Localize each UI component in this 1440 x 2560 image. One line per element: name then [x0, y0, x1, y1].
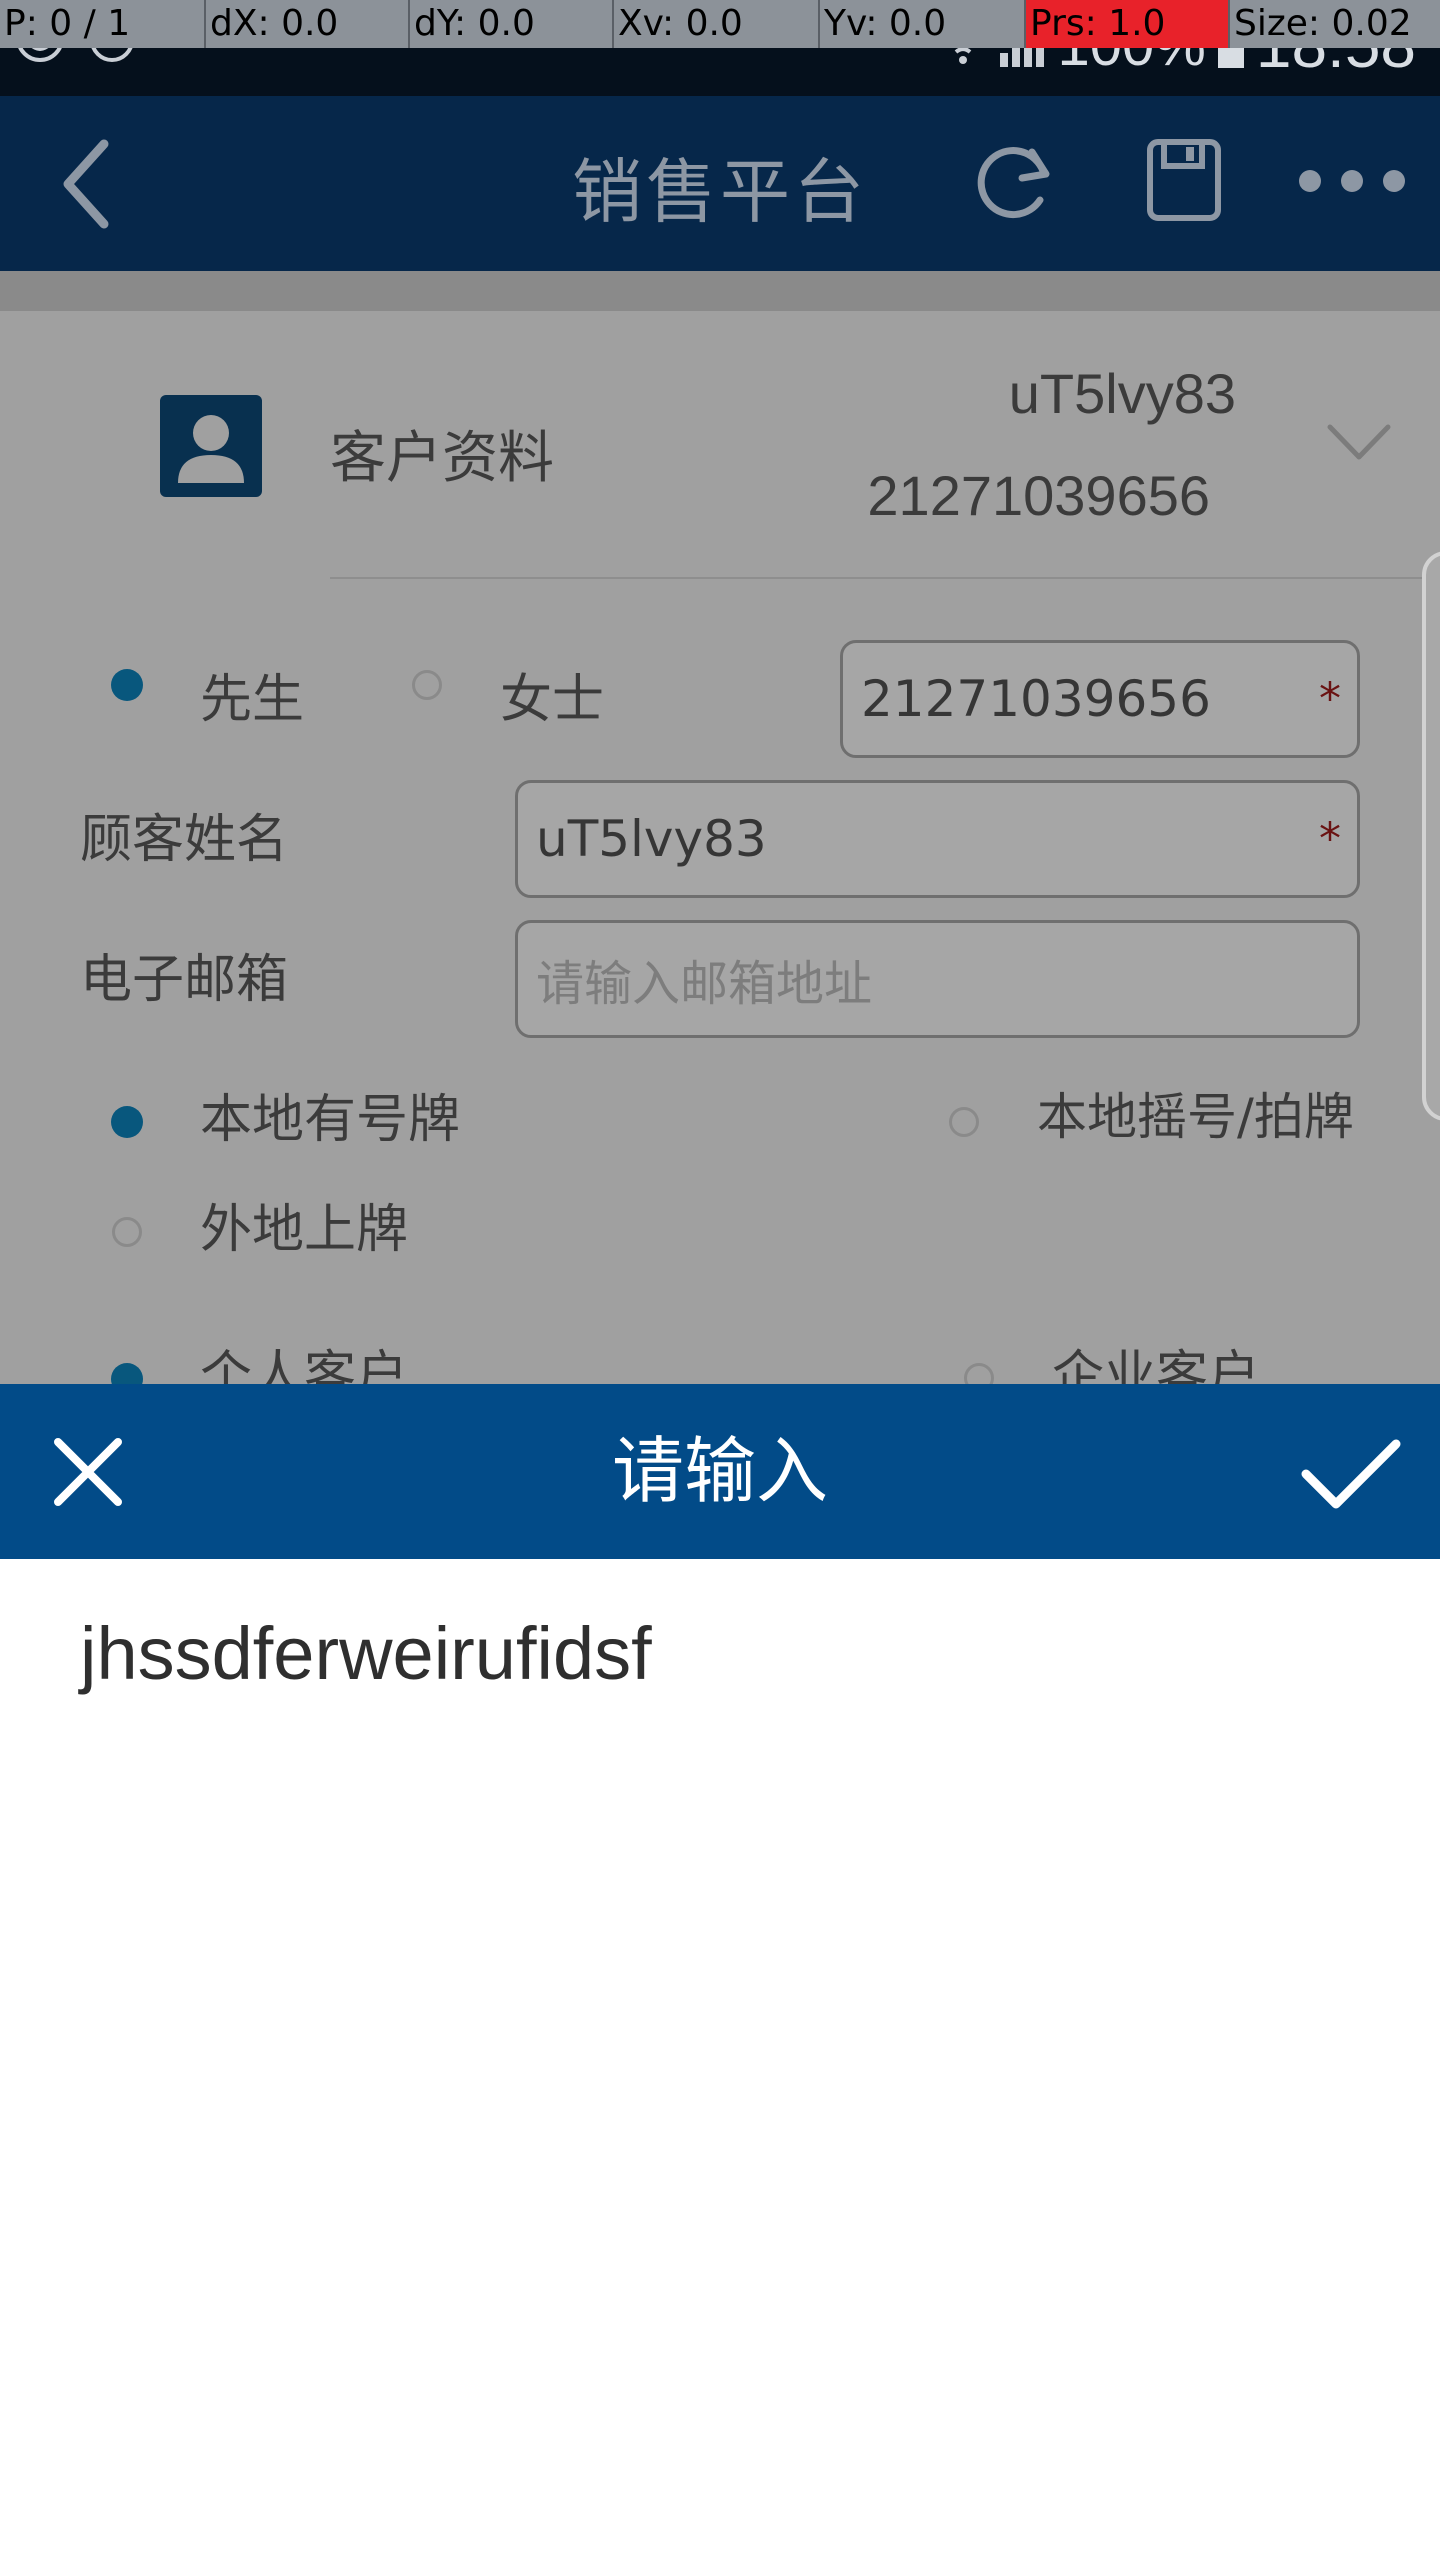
radio-lottery-plate[interactable] [949, 1107, 979, 1137]
phone-field-value: 21271039656 [861, 670, 1211, 728]
radio-lottery-plate-label: 本地摇号/拍牌 [1037, 1088, 1354, 1146]
confirm-check-icon[interactable] [1300, 1436, 1402, 1516]
more-icon[interactable] [1296, 166, 1408, 200]
phone-field[interactable]: 21271039656 * [840, 640, 1360, 758]
email-field[interactable]: 请输入邮箱地址 [515, 920, 1360, 1038]
pointer-xv: Xv: 0.0 [618, 3, 743, 44]
pointer-location-overlay: P: 0 / 1 dX: 0.0 dY: 0.0 Xv: 0.0 Yv: 0.0… [0, 0, 1440, 48]
radio-business-customer-label: 企业客户 [1052, 1346, 1261, 1384]
radio-ms[interactable] [412, 670, 442, 700]
divider [330, 577, 1440, 579]
email-placeholder: 请输入邮箱地址 [536, 956, 873, 1012]
radio-local-plate-label: 本地有号牌 [200, 1090, 461, 1150]
radio-mr[interactable] [111, 669, 143, 701]
app-bar: 销售平台 [0, 96, 1440, 271]
save-icon[interactable] [1146, 138, 1222, 226]
required-mark: * [1319, 813, 1341, 865]
pointer-dx: dX: 0.0 [210, 3, 339, 44]
pointer-pressure: Prs: 1.0 [1026, 0, 1228, 48]
radio-personal-customer[interactable] [111, 1363, 143, 1384]
customer-form: 客户资料 uT5lvy83 21271039656 先生 女士 21271039… [0, 271, 1440, 1384]
customer-card-name: uT5lvy83 [1008, 362, 1236, 425]
page-title: 销售平台 [572, 151, 868, 233]
pointer-yv: Yv: 0.0 [824, 3, 947, 44]
radio-business-customer[interactable] [964, 1363, 994, 1384]
pointer-dy: dY: 0.0 [414, 3, 535, 44]
required-mark: * [1319, 673, 1341, 725]
refresh-icon[interactable] [970, 138, 1060, 232]
radio-mr-label: 先生 [200, 670, 305, 730]
status-bar: 100% 18:58 [0, 9, 1440, 96]
chevron-down-icon[interactable] [1326, 423, 1392, 467]
radio-nonlocal-plate[interactable] [112, 1217, 142, 1247]
avatar [160, 395, 262, 501]
email-label: 电子邮箱 [80, 950, 289, 1010]
name-label: 顾客姓名 [80, 810, 289, 870]
customer-card-label: 客户资料 [330, 426, 554, 491]
dialog-header: 请输入 [0, 1384, 1440, 1559]
customer-name-value: uT5lvy83 [536, 810, 767, 868]
radio-personal-customer-label: 个人客户 [200, 1346, 409, 1384]
radio-nonlocal-plate-label: 外地上牌 [200, 1200, 409, 1260]
scroll-handle[interactable] [1422, 551, 1440, 1121]
radio-ms-label: 女士 [500, 670, 605, 730]
radio-local-plate[interactable] [111, 1106, 143, 1138]
dialog-text-input[interactable]: jhssdferweirufidsf [0, 1559, 1440, 2560]
pointer-count: P: 0 / 1 [4, 3, 131, 44]
dialog-input-text: jhssdferweirufidsf [80, 1612, 652, 1695]
dialog-title: 请输入 [611, 1429, 828, 1513]
pointer-size: Size: 0.02 [1234, 3, 1412, 44]
customer-card-phone: 21271039656 [867, 464, 1210, 527]
customer-name-field[interactable]: uT5lvy83 * [515, 780, 1360, 898]
